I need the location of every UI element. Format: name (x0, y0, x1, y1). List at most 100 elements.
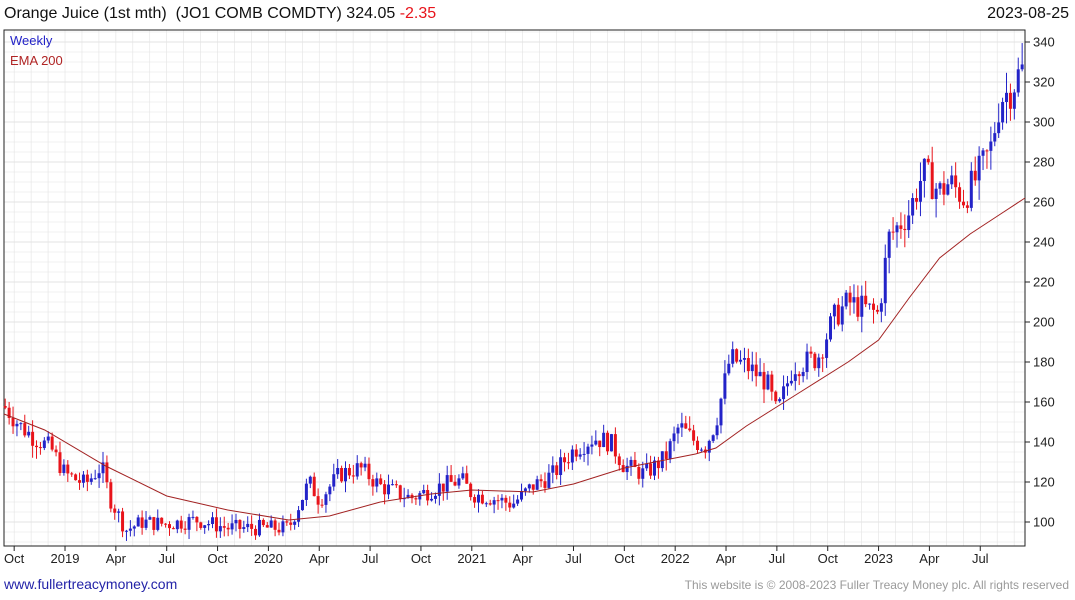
candle-body (997, 122, 1001, 134)
candle-body (246, 523, 250, 528)
candle-body (680, 423, 684, 428)
candle-body (832, 304, 836, 317)
candle-body (27, 431, 31, 436)
candle-body (891, 231, 895, 233)
candle-body (516, 499, 520, 504)
copyright-notice: This website is © 2008-2023 Fuller Treac… (684, 578, 1069, 592)
x-tick-label: Jul (565, 551, 582, 566)
candle-body (484, 503, 488, 505)
candle-body (171, 528, 175, 530)
candle-body (856, 297, 860, 317)
candle-body (555, 465, 559, 476)
chart-grid (4, 30, 1025, 546)
candle-body (42, 440, 46, 449)
candle-body (254, 528, 258, 536)
candle-body (320, 504, 324, 506)
candle-body (582, 453, 586, 455)
candle-body (461, 473, 465, 479)
candle-body (15, 423, 19, 427)
candle-body (222, 526, 226, 528)
candle-body (649, 463, 653, 476)
y-tick-label: 260 (1033, 195, 1055, 210)
candle-body (218, 526, 222, 532)
candle-body (449, 475, 453, 482)
x-tick-label: Apr (309, 551, 330, 566)
candle-body (512, 503, 516, 508)
x-tick-label: 2021 (457, 551, 486, 566)
candle-body (805, 351, 809, 373)
candle-body (1005, 92, 1009, 103)
candle-body (1016, 69, 1020, 93)
candle-body (156, 517, 160, 530)
candle-body (38, 447, 42, 449)
candle-body (476, 494, 480, 503)
candle-body (347, 467, 351, 476)
candle-body (226, 527, 230, 530)
candle-body (825, 339, 829, 358)
candle-body (668, 441, 672, 459)
x-tick-label: 2020 (254, 551, 283, 566)
candle-body (390, 484, 394, 486)
candle-body (590, 444, 594, 447)
y-axis: 100 120 140 160 180 200 220 240 260 280 300 320 340 (1025, 35, 1055, 530)
candle-body (179, 520, 183, 529)
candle-body (895, 225, 899, 233)
candle-body (926, 158, 930, 163)
candle-body (242, 527, 246, 529)
candle-body (379, 478, 383, 485)
candle-body (754, 364, 758, 377)
candle-body (23, 423, 27, 436)
x-tick-label: Apr (513, 551, 534, 566)
candle-body (770, 374, 774, 392)
candle-body (566, 462, 570, 464)
candle-body (480, 494, 484, 504)
candle-body (723, 373, 727, 399)
candle-body (211, 517, 215, 524)
x-tick-label: Jul (362, 551, 379, 566)
candle-body (293, 521, 297, 525)
candle-body (105, 462, 109, 483)
candle-body (351, 475, 355, 477)
candle-body (109, 482, 113, 509)
candle-body (911, 198, 915, 216)
candle-body (473, 497, 477, 503)
candle-body (3, 406, 7, 408)
website-link[interactable]: www.fullertreacymoney.com (4, 576, 177, 592)
candle-body (672, 433, 676, 442)
candle-body (676, 427, 680, 434)
candle-body (942, 183, 946, 195)
candle-body (797, 374, 801, 377)
candle-body (199, 522, 203, 528)
x-tick-label: Jul (972, 551, 989, 566)
candle-body (660, 451, 664, 469)
candle-body (316, 496, 320, 505)
y-tick-label: 200 (1033, 315, 1055, 330)
candle-body (78, 480, 82, 483)
candle-body (985, 150, 989, 152)
candle-body (332, 474, 336, 487)
x-tick-label: Oct (818, 551, 839, 566)
candle-body (547, 472, 551, 488)
candle-body (793, 374, 797, 381)
x-tick-label: 2022 (661, 551, 690, 566)
candle-body (559, 457, 563, 476)
candle-body (727, 363, 731, 374)
candle-body (742, 358, 746, 360)
candle-body (688, 428, 692, 431)
candle-body (711, 435, 715, 441)
candle-body (132, 526, 136, 529)
y-tick-label: 220 (1033, 275, 1055, 290)
candle-body (238, 519, 242, 529)
candle-body (543, 481, 547, 488)
candle-body (11, 417, 15, 427)
y-tick-label: 160 (1033, 395, 1055, 410)
candle-body (696, 440, 700, 451)
candle-body (535, 479, 539, 490)
candle-body (128, 528, 132, 531)
candle-body (300, 499, 304, 511)
candle-body (175, 520, 179, 530)
candle-body (387, 484, 391, 495)
candle-body (187, 517, 191, 530)
candle-body (66, 464, 70, 474)
candle-body (993, 133, 997, 142)
